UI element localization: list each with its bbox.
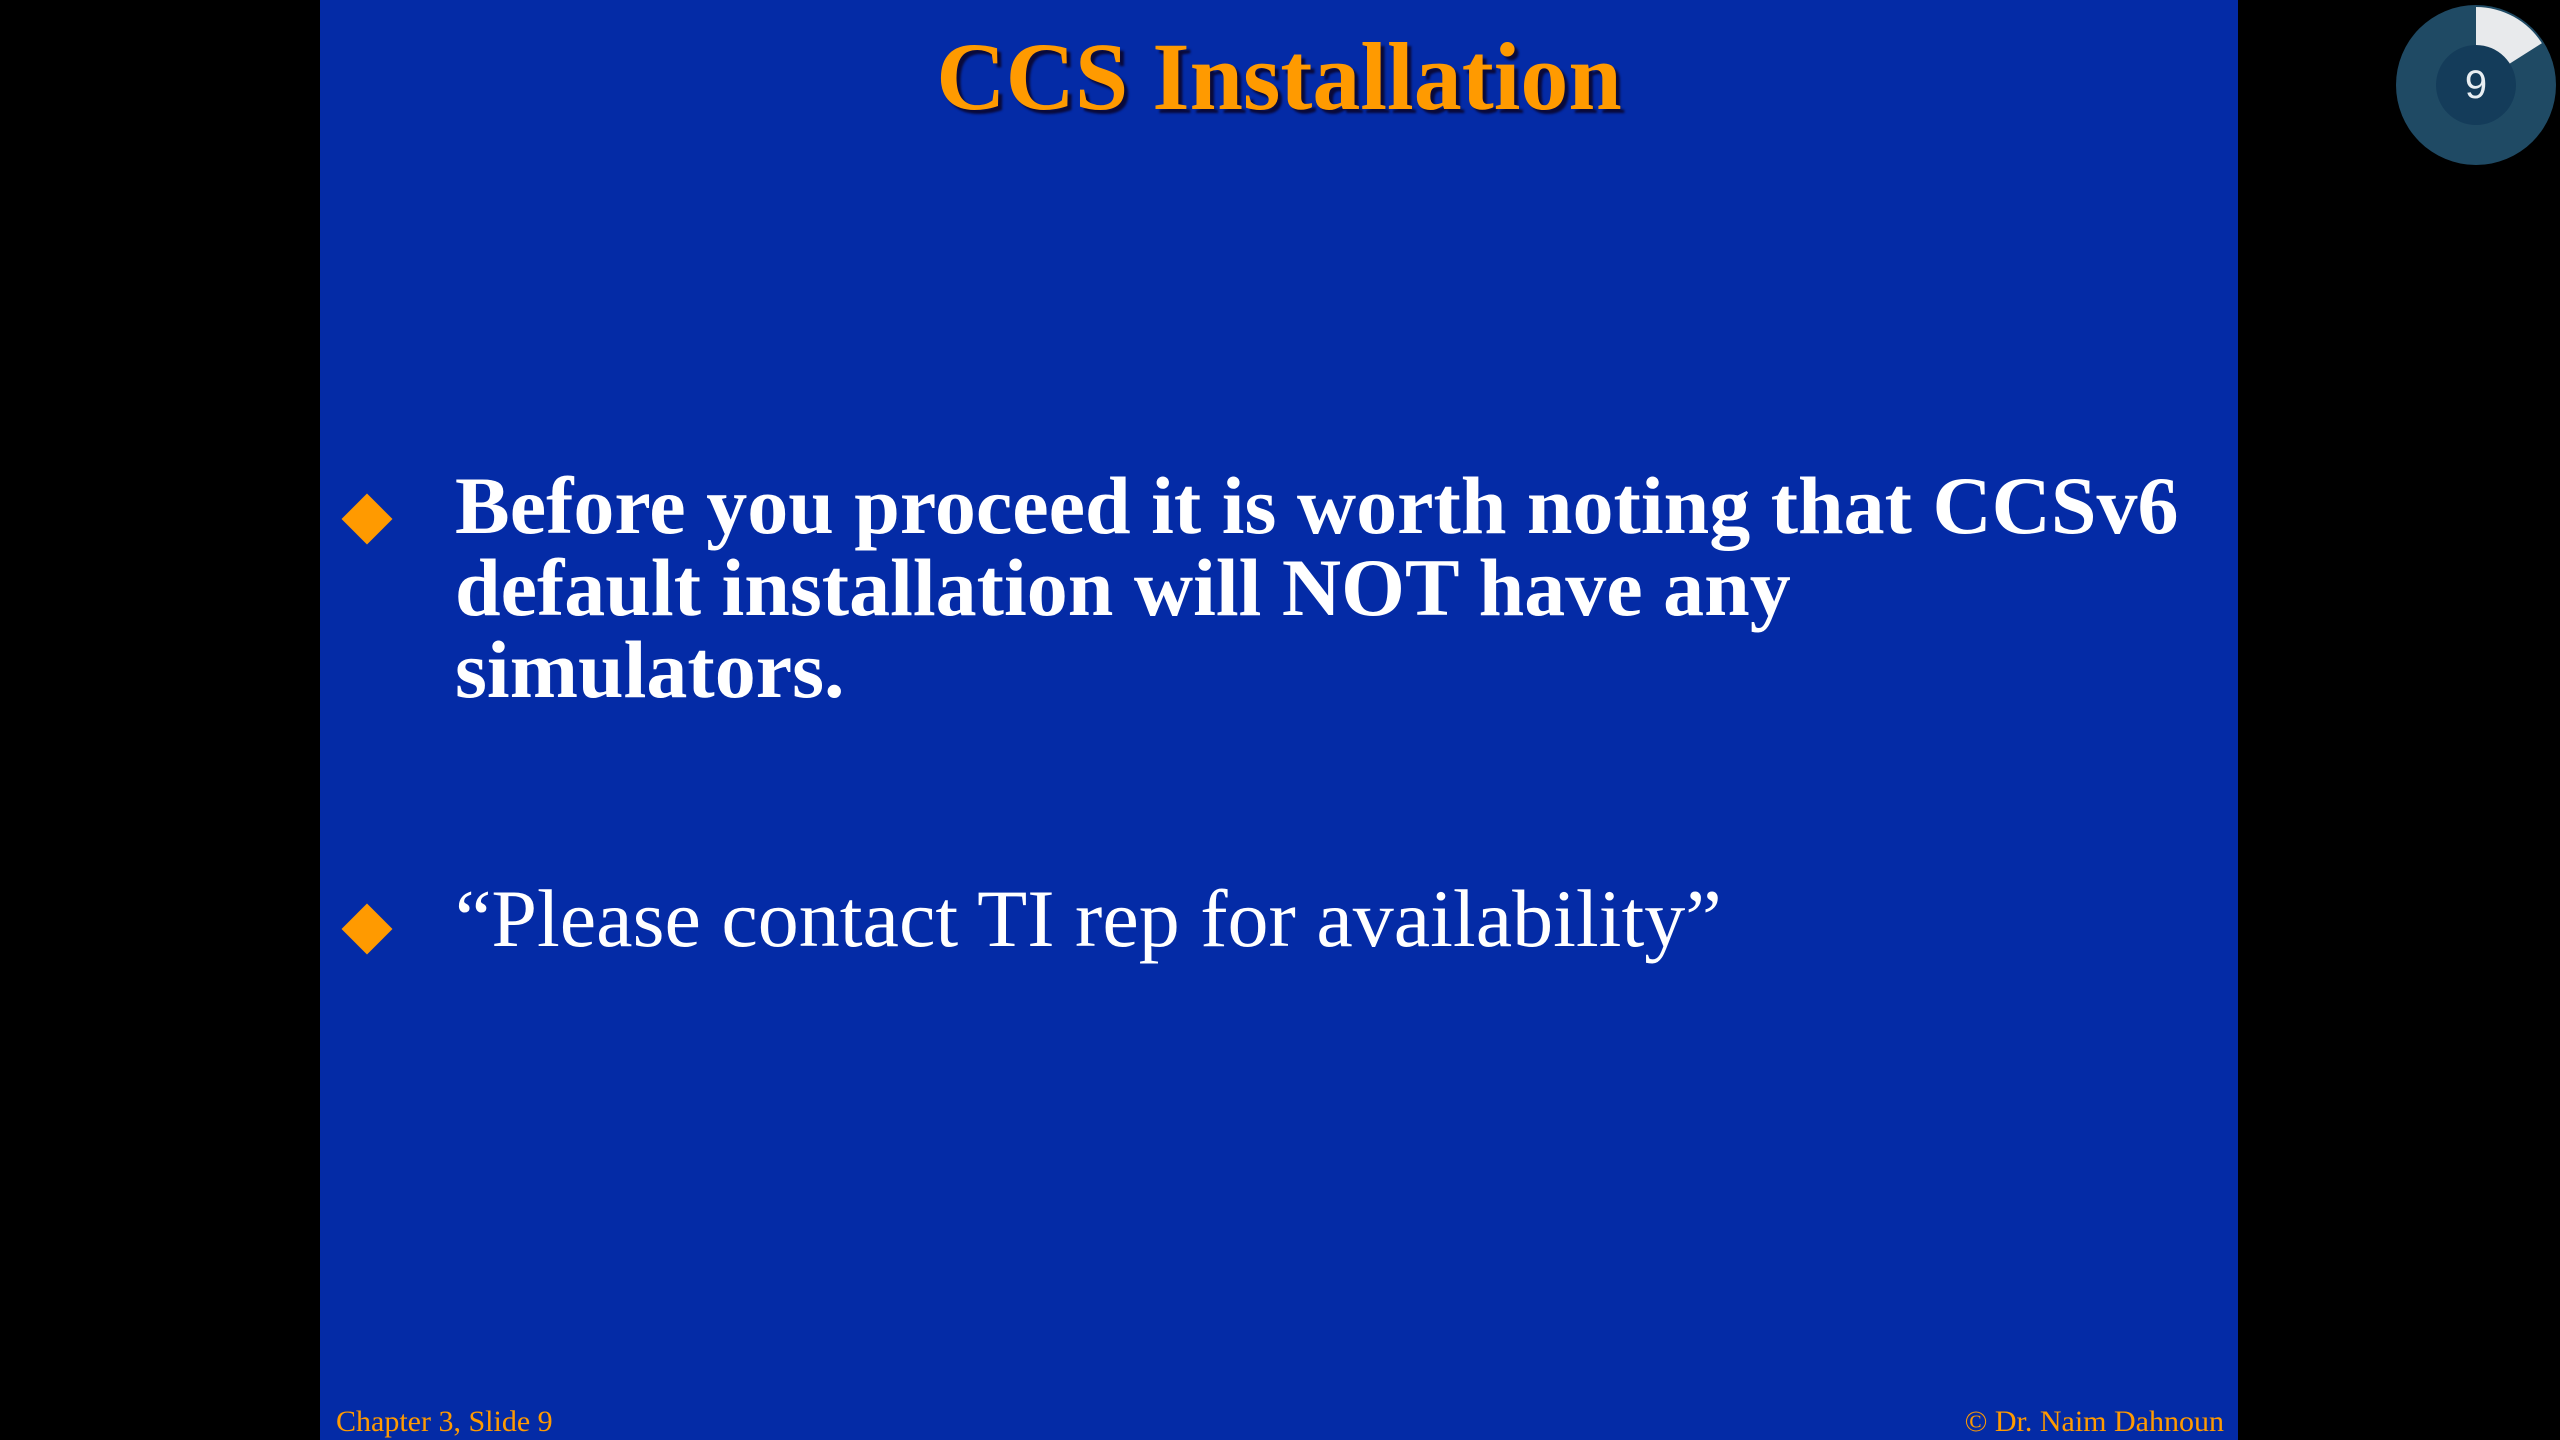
slide-progress-indicator[interactable]: 9 [2396, 5, 2556, 165]
diamond-bullet-icon [341, 903, 393, 955]
slide-footer-chapter: Chapter 3, Slide 9 [336, 1405, 553, 1438]
bullet-text: Before you proceed it is worth noting th… [455, 460, 2179, 715]
slide: CCS Installation Before you proceed it i… [320, 0, 2238, 1440]
slide-number: 9 [2464, 63, 2488, 107]
presentation-viewer: CCS Installation Before you proceed it i… [0, 0, 2560, 1440]
diamond-bullet-icon [341, 493, 393, 545]
slide-title: CCS Installation [936, 23, 1622, 130]
bullet-text: “Please contact TI rep for availability” [455, 873, 1722, 964]
slide-footer-copyright: © Dr. Naim Dahnoun [1964, 1405, 2224, 1438]
